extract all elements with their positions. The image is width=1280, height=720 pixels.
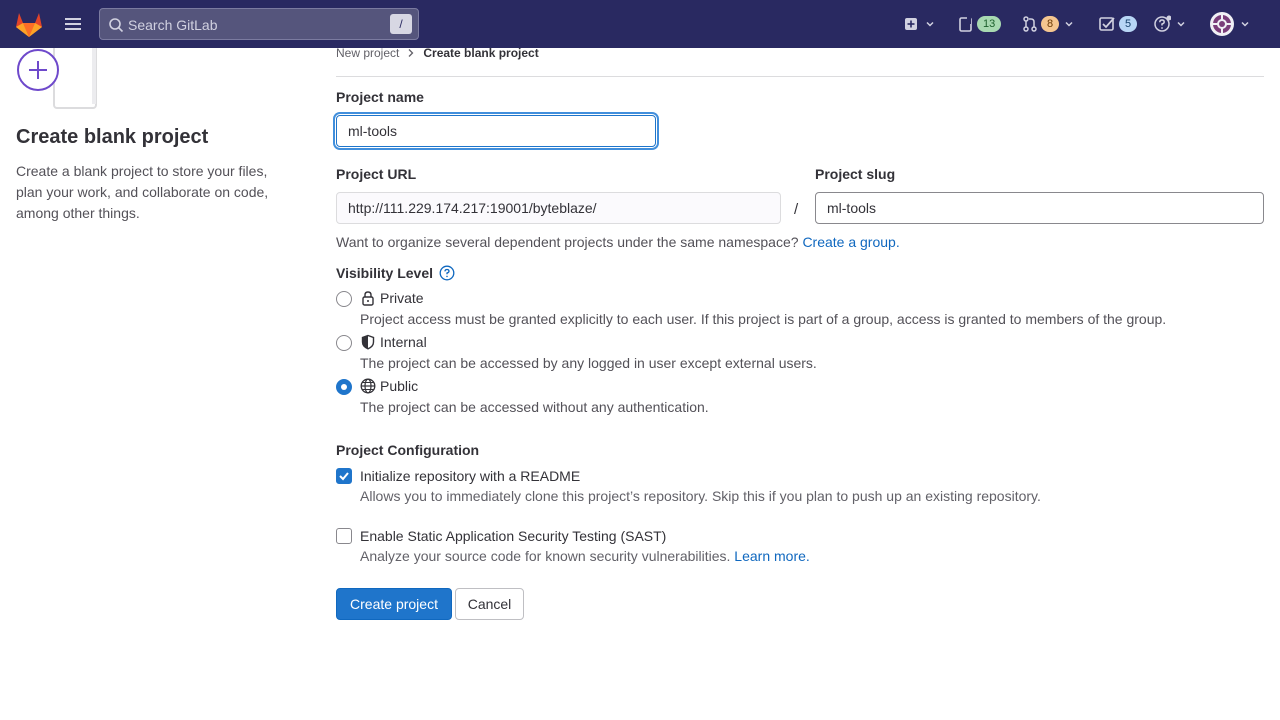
visibility-internal-radio[interactable] [336,335,352,351]
search-shortcut-key: / [390,14,412,34]
visibility-private-label: Private [380,290,424,306]
visibility-public-radio[interactable] [336,379,352,395]
readme-checkbox[interactable] [336,468,352,484]
sast-checkbox[interactable] [336,528,352,544]
sast-description: Analyze your source code for known secur… [360,548,810,564]
project-name-label: Project name [336,89,424,105]
chevron-down-icon [1241,21,1249,27]
todo-icon [1099,17,1115,31]
create-project-button[interactable]: Create project [336,588,452,620]
url-separator: / [794,201,799,218]
chevron-right-icon [408,49,414,57]
readme-description: Allows you to immediately clone this pro… [360,488,1041,504]
chevron-down-icon [926,21,934,27]
todos-button[interactable]: 5 [1098,12,1138,36]
left-panel-title: Create blank project [16,126,209,148]
visibility-private-option[interactable]: Private [360,290,424,306]
project-slug-label: Project slug [815,166,896,182]
visibility-public-description: The project can be accessed without any … [360,399,709,415]
breadcrumb-new-project[interactable]: New project [336,46,399,60]
sast-option-label[interactable]: Enable Static Application Security Testi… [360,528,666,544]
visibility-level-label: Visibility Level [336,265,455,281]
visibility-public-label: Public [380,378,419,394]
project-name-input[interactable]: ml-tools [336,115,656,147]
visibility-level-text: Visibility Level [336,265,434,281]
plus-square-icon [905,18,917,30]
globe-icon [360,378,376,394]
visibility-internal-label: Internal [380,334,427,350]
top-navigation-bar: Search GitLab / 13 8 5 [0,0,1280,48]
project-url-namespace-select[interactable]: http://111.229.174.217:19001/byteblaze/ [336,192,781,224]
readme-option-label[interactable]: Initialize repository with a README [360,468,580,484]
namespace-help-message: Want to organize several dependent proje… [336,234,799,250]
divider [336,76,1264,77]
user-menu-dropdown[interactable] [1209,12,1251,36]
todos-count-badge: 5 [1119,16,1138,32]
breadcrumb: New project Create blank project [336,46,539,60]
help-icon [1154,15,1171,32]
blank-project-illustration-icon [14,48,104,112]
visibility-private-radio[interactable] [336,291,352,307]
question-circle-icon[interactable] [439,265,455,281]
visibility-internal-option[interactable]: Internal [360,334,427,350]
avatar [1210,12,1234,36]
chevron-down-icon [1065,21,1073,27]
merge-requests-count-badge: 8 [1041,16,1060,32]
issues-button[interactable]: 13 [958,12,1002,36]
cancel-button[interactable]: Cancel [455,588,524,620]
lock-icon [362,291,374,306]
merge-request-icon [1023,16,1037,32]
chevron-down-icon [1177,21,1185,27]
search-placeholder: Search GitLab [128,17,218,33]
visibility-private-description: Project access must be granted explicitl… [360,311,1167,327]
create-group-link[interactable]: Create a group. [802,234,899,250]
project-configuration-label: Project Configuration [336,442,480,458]
issues-icon [959,16,972,32]
issues-count-badge: 13 [977,16,1002,32]
breadcrumb-current: Create blank project [423,46,539,60]
search-input[interactable]: Search GitLab / [99,8,419,40]
sast-learn-more-link[interactable]: Learn more. [734,548,809,564]
gitlab-logo-icon[interactable] [14,10,44,38]
help-dropdown[interactable] [1153,12,1187,36]
merge-requests-dropdown[interactable]: 8 [1022,12,1075,36]
sast-description-text: Analyze your source code for known secur… [360,548,731,564]
left-panel-description: Create a blank project to store your fil… [16,163,269,221]
menu-icon[interactable] [62,14,84,34]
namespace-help-text: Want to organize several dependent proje… [336,234,900,250]
shield-icon [361,334,375,350]
visibility-public-option[interactable]: Public [360,378,418,394]
project-slug-input[interactable]: ml-tools [815,192,1264,224]
search-icon [109,18,124,33]
checkmark-icon [339,472,349,481]
project-url-label: Project URL [336,166,417,182]
create-new-dropdown[interactable] [902,12,936,36]
visibility-internal-description: The project can be accessed by any logge… [360,355,817,371]
